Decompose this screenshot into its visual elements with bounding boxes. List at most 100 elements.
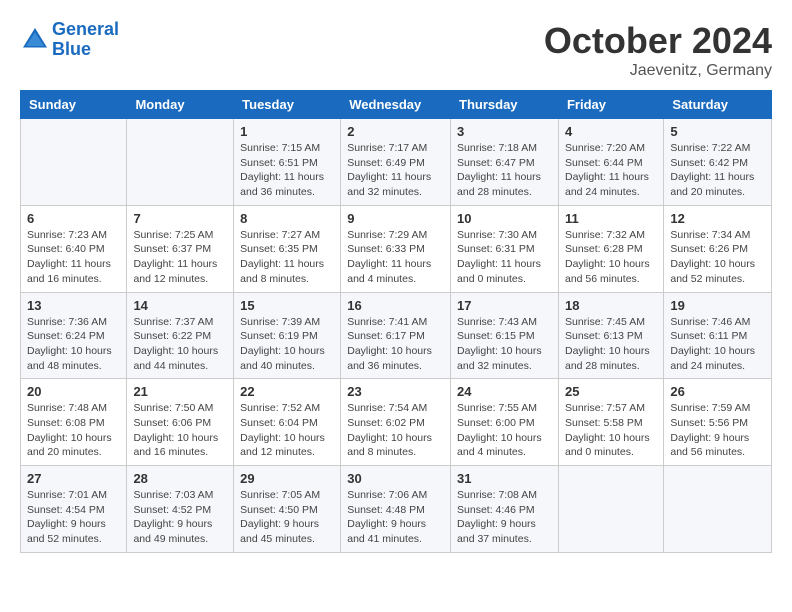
day-number: 29 bbox=[240, 471, 334, 486]
cell-content: Sunrise: 7:36 AMSunset: 6:24 PMDaylight:… bbox=[27, 315, 120, 374]
cell-content: Sunrise: 7:52 AMSunset: 6:04 PMDaylight:… bbox=[240, 401, 334, 460]
cell-content: Sunrise: 7:46 AMSunset: 6:11 PMDaylight:… bbox=[670, 315, 765, 374]
cell-content: Sunrise: 7:29 AMSunset: 6:33 PMDaylight:… bbox=[347, 228, 444, 287]
cell-content: Sunrise: 7:08 AMSunset: 4:46 PMDaylight:… bbox=[457, 488, 552, 547]
calendar-cell: 30 Sunrise: 7:06 AMSunset: 4:48 PMDaylig… bbox=[341, 466, 451, 553]
day-number: 21 bbox=[133, 384, 227, 399]
location: Jaevenitz, Germany bbox=[544, 62, 772, 80]
day-number: 15 bbox=[240, 298, 334, 313]
day-number: 1 bbox=[240, 124, 334, 139]
weekday-header-monday: Monday bbox=[127, 91, 234, 119]
calendar-cell: 19 Sunrise: 7:46 AMSunset: 6:11 PMDaylig… bbox=[664, 292, 772, 379]
calendar-cell: 11 Sunrise: 7:32 AMSunset: 6:28 PMDaylig… bbox=[558, 205, 663, 292]
calendar-cell: 25 Sunrise: 7:57 AMSunset: 5:58 PMDaylig… bbox=[558, 379, 663, 466]
calendar-cell bbox=[558, 466, 663, 553]
day-number: 2 bbox=[347, 124, 444, 139]
calendar-cell: 31 Sunrise: 7:08 AMSunset: 4:46 PMDaylig… bbox=[451, 466, 559, 553]
calendar-cell: 7 Sunrise: 7:25 AMSunset: 6:37 PMDayligh… bbox=[127, 205, 234, 292]
calendar-cell: 4 Sunrise: 7:20 AMSunset: 6:44 PMDayligh… bbox=[558, 119, 663, 206]
calendar-cell: 10 Sunrise: 7:30 AMSunset: 6:31 PMDaylig… bbox=[451, 205, 559, 292]
cell-content: Sunrise: 7:54 AMSunset: 6:02 PMDaylight:… bbox=[347, 401, 444, 460]
title-block: October 2024 Jaevenitz, Germany bbox=[544, 20, 772, 80]
calendar-cell: 23 Sunrise: 7:54 AMSunset: 6:02 PMDaylig… bbox=[341, 379, 451, 466]
day-number: 12 bbox=[670, 211, 765, 226]
calendar-cell: 21 Sunrise: 7:50 AMSunset: 6:06 PMDaylig… bbox=[127, 379, 234, 466]
calendar-cell: 6 Sunrise: 7:23 AMSunset: 6:40 PMDayligh… bbox=[21, 205, 127, 292]
logo-icon bbox=[20, 25, 50, 55]
logo-text: GeneralBlue bbox=[52, 20, 119, 60]
day-number: 27 bbox=[27, 471, 120, 486]
cell-content: Sunrise: 7:48 AMSunset: 6:08 PMDaylight:… bbox=[27, 401, 120, 460]
cell-content: Sunrise: 7:06 AMSunset: 4:48 PMDaylight:… bbox=[347, 488, 444, 547]
calendar-table: SundayMondayTuesdayWednesdayThursdayFrid… bbox=[20, 90, 772, 553]
cell-content: Sunrise: 7:32 AMSunset: 6:28 PMDaylight:… bbox=[565, 228, 657, 287]
calendar-cell: 26 Sunrise: 7:59 AMSunset: 5:56 PMDaylig… bbox=[664, 379, 772, 466]
day-number: 23 bbox=[347, 384, 444, 399]
calendar-cell: 3 Sunrise: 7:18 AMSunset: 6:47 PMDayligh… bbox=[451, 119, 559, 206]
day-number: 19 bbox=[670, 298, 765, 313]
cell-content: Sunrise: 7:23 AMSunset: 6:40 PMDaylight:… bbox=[27, 228, 120, 287]
month-title: October 2024 bbox=[544, 20, 772, 62]
calendar-cell: 27 Sunrise: 7:01 AMSunset: 4:54 PMDaylig… bbox=[21, 466, 127, 553]
calendar-cell bbox=[127, 119, 234, 206]
cell-content: Sunrise: 7:34 AMSunset: 6:26 PMDaylight:… bbox=[670, 228, 765, 287]
day-number: 9 bbox=[347, 211, 444, 226]
cell-content: Sunrise: 7:43 AMSunset: 6:15 PMDaylight:… bbox=[457, 315, 552, 374]
cell-content: Sunrise: 7:25 AMSunset: 6:37 PMDaylight:… bbox=[133, 228, 227, 287]
cell-content: Sunrise: 7:59 AMSunset: 5:56 PMDaylight:… bbox=[670, 401, 765, 460]
cell-content: Sunrise: 7:18 AMSunset: 6:47 PMDaylight:… bbox=[457, 141, 552, 200]
cell-content: Sunrise: 7:45 AMSunset: 6:13 PMDaylight:… bbox=[565, 315, 657, 374]
weekday-header-saturday: Saturday bbox=[664, 91, 772, 119]
cell-content: Sunrise: 7:17 AMSunset: 6:49 PMDaylight:… bbox=[347, 141, 444, 200]
cell-content: Sunrise: 7:37 AMSunset: 6:22 PMDaylight:… bbox=[133, 315, 227, 374]
calendar-cell: 9 Sunrise: 7:29 AMSunset: 6:33 PMDayligh… bbox=[341, 205, 451, 292]
calendar-cell bbox=[21, 119, 127, 206]
day-number: 26 bbox=[670, 384, 765, 399]
cell-content: Sunrise: 7:55 AMSunset: 6:00 PMDaylight:… bbox=[457, 401, 552, 460]
calendar-cell: 8 Sunrise: 7:27 AMSunset: 6:35 PMDayligh… bbox=[234, 205, 341, 292]
calendar-cell: 1 Sunrise: 7:15 AMSunset: 6:51 PMDayligh… bbox=[234, 119, 341, 206]
calendar-cell: 15 Sunrise: 7:39 AMSunset: 6:19 PMDaylig… bbox=[234, 292, 341, 379]
weekday-header-thursday: Thursday bbox=[451, 91, 559, 119]
cell-content: Sunrise: 7:41 AMSunset: 6:17 PMDaylight:… bbox=[347, 315, 444, 374]
day-number: 5 bbox=[670, 124, 765, 139]
day-number: 22 bbox=[240, 384, 334, 399]
weekday-header-friday: Friday bbox=[558, 91, 663, 119]
calendar-cell: 18 Sunrise: 7:45 AMSunset: 6:13 PMDaylig… bbox=[558, 292, 663, 379]
cell-content: Sunrise: 7:57 AMSunset: 5:58 PMDaylight:… bbox=[565, 401, 657, 460]
calendar-cell: 12 Sunrise: 7:34 AMSunset: 6:26 PMDaylig… bbox=[664, 205, 772, 292]
day-number: 13 bbox=[27, 298, 120, 313]
day-number: 28 bbox=[133, 471, 227, 486]
day-number: 20 bbox=[27, 384, 120, 399]
day-number: 31 bbox=[457, 471, 552, 486]
calendar-cell: 28 Sunrise: 7:03 AMSunset: 4:52 PMDaylig… bbox=[127, 466, 234, 553]
cell-content: Sunrise: 7:30 AMSunset: 6:31 PMDaylight:… bbox=[457, 228, 552, 287]
calendar-cell: 16 Sunrise: 7:41 AMSunset: 6:17 PMDaylig… bbox=[341, 292, 451, 379]
day-number: 16 bbox=[347, 298, 444, 313]
weekday-header-sunday: Sunday bbox=[21, 91, 127, 119]
calendar-cell: 13 Sunrise: 7:36 AMSunset: 6:24 PMDaylig… bbox=[21, 292, 127, 379]
day-number: 8 bbox=[240, 211, 334, 226]
calendar-cell: 22 Sunrise: 7:52 AMSunset: 6:04 PMDaylig… bbox=[234, 379, 341, 466]
calendar-cell: 5 Sunrise: 7:22 AMSunset: 6:42 PMDayligh… bbox=[664, 119, 772, 206]
calendar-cell: 24 Sunrise: 7:55 AMSunset: 6:00 PMDaylig… bbox=[451, 379, 559, 466]
day-number: 24 bbox=[457, 384, 552, 399]
day-number: 10 bbox=[457, 211, 552, 226]
day-number: 17 bbox=[457, 298, 552, 313]
calendar-cell: 29 Sunrise: 7:05 AMSunset: 4:50 PMDaylig… bbox=[234, 466, 341, 553]
calendar-cell bbox=[664, 466, 772, 553]
logo: GeneralBlue bbox=[20, 20, 119, 60]
cell-content: Sunrise: 7:50 AMSunset: 6:06 PMDaylight:… bbox=[133, 401, 227, 460]
day-number: 18 bbox=[565, 298, 657, 313]
cell-content: Sunrise: 7:05 AMSunset: 4:50 PMDaylight:… bbox=[240, 488, 334, 547]
day-number: 7 bbox=[133, 211, 227, 226]
cell-content: Sunrise: 7:22 AMSunset: 6:42 PMDaylight:… bbox=[670, 141, 765, 200]
day-number: 11 bbox=[565, 211, 657, 226]
page-header: GeneralBlue October 2024 Jaevenitz, Germ… bbox=[20, 20, 772, 80]
calendar-cell: 2 Sunrise: 7:17 AMSunset: 6:49 PMDayligh… bbox=[341, 119, 451, 206]
cell-content: Sunrise: 7:01 AMSunset: 4:54 PMDaylight:… bbox=[27, 488, 120, 547]
day-number: 6 bbox=[27, 211, 120, 226]
weekday-header-tuesday: Tuesday bbox=[234, 91, 341, 119]
cell-content: Sunrise: 7:20 AMSunset: 6:44 PMDaylight:… bbox=[565, 141, 657, 200]
cell-content: Sunrise: 7:27 AMSunset: 6:35 PMDaylight:… bbox=[240, 228, 334, 287]
